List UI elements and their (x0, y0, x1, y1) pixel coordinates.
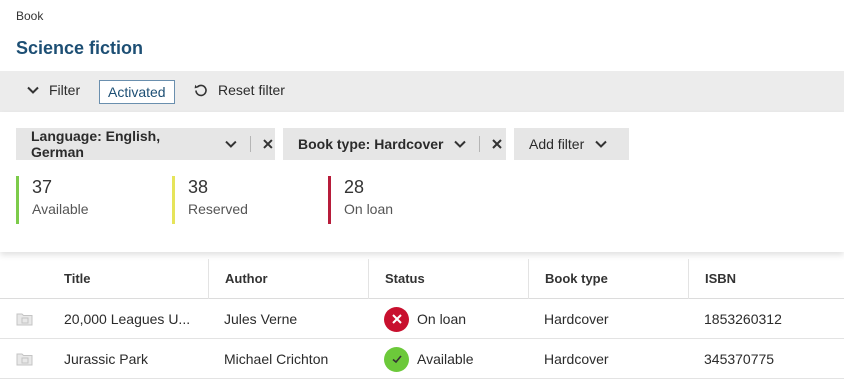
cell-status: Available (368, 339, 528, 379)
stat-label: On loan (344, 201, 394, 217)
chevron-down-icon[interactable] (453, 137, 467, 151)
chevron-down-icon[interactable] (224, 137, 238, 151)
chevron-down-icon (595, 140, 607, 148)
filter-panel: Language: English, German Book type: Har… (0, 112, 844, 252)
activated-badge[interactable]: Activated (99, 80, 175, 104)
divider (479, 136, 481, 152)
table-row[interactable]: Jurassic Park Michael Crichton Available… (0, 339, 844, 379)
cell-author: Michael Crichton (224, 351, 329, 367)
cell-isbn: 1853260312 (704, 311, 782, 327)
x-circle-icon (384, 306, 409, 332)
table-row[interactable]: 20,000 Leagues U... Jules Verne On loan … (0, 299, 844, 339)
filter-chip-language[interactable]: Language: English, German (16, 128, 275, 160)
breadcrumb[interactable]: Book (16, 9, 43, 23)
stat-on-loan[interactable]: 28 On loan (328, 176, 393, 224)
column-header-title[interactable]: Title (48, 259, 208, 299)
filter-toolbar: Filter Activated Reset filter (0, 71, 844, 112)
reset-icon (194, 84, 207, 97)
cell-book-type: Hardcover (544, 351, 609, 367)
column-header-isbn[interactable]: ISBN (688, 259, 844, 299)
chevron-down-icon (27, 86, 39, 94)
filter-label: Filter (49, 82, 81, 98)
stat-value: 28 (344, 177, 365, 197)
cell-isbn: 345370775 (704, 351, 775, 367)
stat-label: Available (32, 201, 89, 217)
filter-chip-book-type[interactable]: Book type: Hardcover (283, 128, 506, 160)
add-filter-button[interactable]: Add filter (514, 128, 629, 160)
stat-label: Reserved (188, 201, 248, 217)
close-icon[interactable] (490, 137, 504, 151)
status-label: On loan (417, 311, 467, 327)
folder-icon (16, 339, 40, 379)
filter-chip-label: Book type: Hardcover (298, 136, 444, 152)
reset-filter-label: Reset filter (218, 82, 285, 98)
cell-status: On loan (368, 299, 528, 339)
column-header-status[interactable]: Status (368, 259, 528, 299)
cell-title: Jurassic Park (64, 351, 149, 367)
folder-icon (16, 299, 40, 339)
cell-author: Jules Verne (224, 311, 298, 327)
books-table: Title Author Status Book type ISBN 20,00… (0, 259, 844, 379)
status-label: Available (417, 351, 474, 367)
column-header-book-type[interactable]: Book type (528, 259, 688, 299)
stat-reserved[interactable]: 38 Reserved (172, 176, 248, 224)
divider (250, 136, 252, 152)
table-header: Title Author Status Book type ISBN (0, 259, 844, 299)
check-circle-icon (384, 346, 409, 372)
stat-available[interactable]: 37 Available (16, 176, 89, 224)
stat-value: 38 (188, 177, 209, 197)
filter-toggle-button[interactable]: Filter (26, 82, 80, 98)
cell-book-type: Hardcover (544, 311, 609, 327)
cell-title: 20,000 Leagues U... (64, 311, 191, 327)
page-title: Science fiction (16, 38, 144, 58)
reset-filter-button[interactable]: Reset filter (193, 82, 285, 98)
column-header-author[interactable]: Author (208, 259, 368, 299)
stat-value: 37 (32, 177, 53, 197)
add-filter-label: Add filter (529, 136, 585, 152)
filter-chip-label: Language: English, German (31, 128, 161, 160)
close-icon[interactable] (261, 137, 275, 151)
